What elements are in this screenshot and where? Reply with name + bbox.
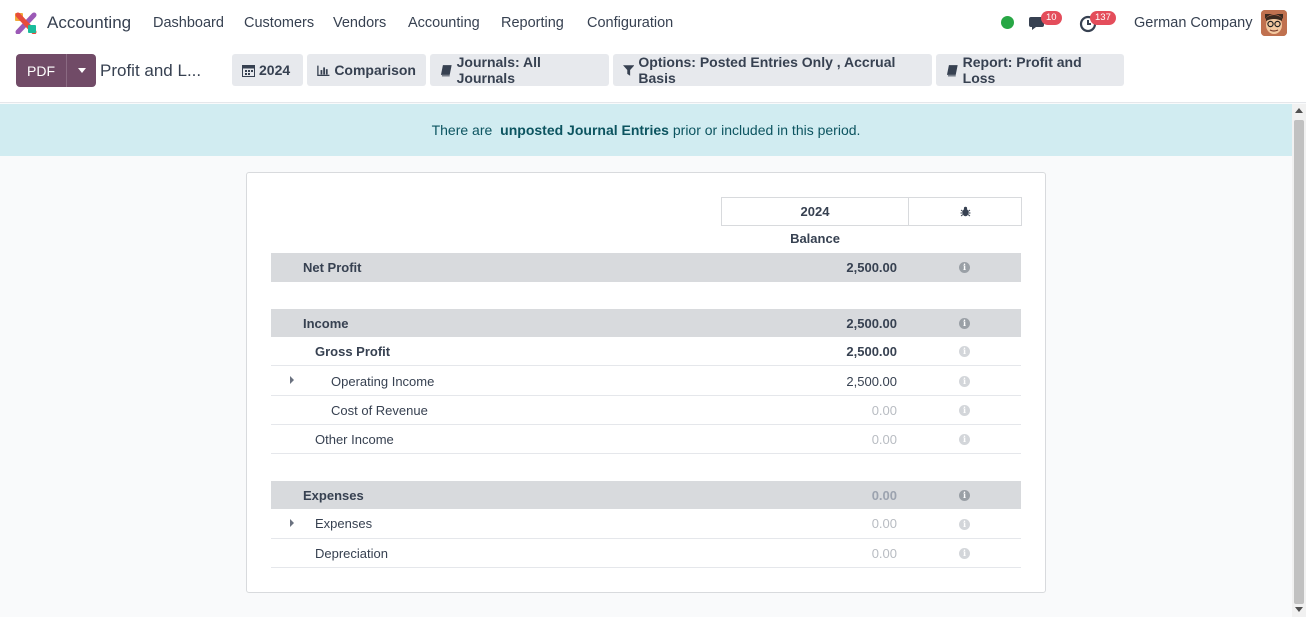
row-label: Cost of Revenue bbox=[331, 403, 428, 418]
info-icon[interactable]: i bbox=[959, 519, 970, 530]
row-label: Other Income bbox=[315, 432, 394, 447]
info-icon[interactable]: i bbox=[959, 434, 970, 445]
period-filter-button[interactable]: 2024 bbox=[232, 54, 303, 86]
row-label: Expenses bbox=[315, 516, 373, 531]
options-filter-label: Options: Posted Entries Only , Accrual B… bbox=[638, 54, 896, 86]
row-label: Operating Income bbox=[331, 374, 435, 389]
report-row-expenses-section[interactable]: Expenses 0.00 i bbox=[271, 481, 1021, 509]
report-row-other-income[interactable]: Other Income 0.00 i bbox=[271, 425, 1021, 454]
top-navbar: Accounting Dashboard Customers Vendors A… bbox=[0, 0, 1306, 46]
report-row-income[interactable]: Income 2,500.00 i bbox=[271, 309, 1021, 337]
journals-filter-label: Journals: All Journals bbox=[456, 54, 541, 86]
row-amount: 0.00 bbox=[871, 432, 897, 447]
debug-column-header[interactable] bbox=[908, 197, 1022, 226]
control-panel: PDF Profit and L... 2024 Comparison Jour… bbox=[0, 46, 1306, 103]
app-name[interactable]: Accounting bbox=[47, 13, 131, 33]
alert-text-after: prior or included in this period. bbox=[668, 122, 861, 138]
row-label: Net Profit bbox=[303, 260, 362, 275]
scroll-down-arrow-icon[interactable] bbox=[1295, 607, 1303, 612]
report-variant-button[interactable]: Report: Profit and Loss bbox=[936, 54, 1124, 86]
bug-icon bbox=[960, 206, 970, 217]
breadcrumb-report-title: Profit and L... bbox=[100, 61, 202, 80]
menu-dashboard[interactable]: Dashboard bbox=[153, 15, 224, 31]
row-label: Depreciation bbox=[315, 546, 388, 561]
filter-icon bbox=[623, 64, 635, 76]
calendar-icon bbox=[242, 64, 255, 77]
row-amount: 2,500.00 bbox=[846, 260, 897, 275]
unposted-entries-link[interactable]: unposted Journal Entries bbox=[500, 122, 669, 138]
period-filter-label: 2024 bbox=[259, 62, 291, 78]
alert-text-before: There are bbox=[431, 122, 497, 138]
report-row-net-profit[interactable]: Net Profit 2,500.00 i bbox=[271, 253, 1021, 282]
column-header-year: 2024 bbox=[721, 197, 909, 226]
report-row-gross-profit[interactable]: Gross Profit 2,500.00 i bbox=[271, 337, 1021, 366]
bar-chart-icon bbox=[317, 65, 330, 76]
expand-caret-icon[interactable] bbox=[290, 519, 294, 527]
menu-reporting[interactable]: Reporting bbox=[501, 15, 564, 31]
accounting-app-icon[interactable] bbox=[14, 12, 38, 34]
info-icon[interactable]: i bbox=[959, 405, 970, 416]
balance-column-label: Balance bbox=[790, 231, 840, 246]
avatar-face-icon bbox=[1261, 10, 1287, 36]
row-amount: 0.00 bbox=[871, 516, 897, 531]
scrollbar-thumb[interactable] bbox=[1294, 120, 1304, 604]
report-row-operating-income[interactable]: Operating Income 2,500.00 i bbox=[271, 366, 1021, 396]
info-icon[interactable]: i bbox=[959, 490, 970, 501]
row-amount: 2,500.00 bbox=[846, 316, 897, 331]
row-amount: 2,500.00 bbox=[846, 344, 897, 359]
row-amount: 0.00 bbox=[871, 546, 897, 561]
report-row-depreciation[interactable]: Depreciation 0.00 i bbox=[271, 539, 1021, 568]
report-variant-label: Report: Profit and Loss bbox=[962, 54, 1082, 86]
export-dropdown-toggle[interactable] bbox=[66, 54, 96, 87]
report-row-expenses[interactable]: Expenses 0.00 i bbox=[271, 509, 1021, 539]
row-label: Income bbox=[303, 316, 349, 331]
info-icon[interactable]: i bbox=[959, 262, 970, 273]
menu-configuration[interactable]: Configuration bbox=[587, 15, 673, 31]
user-avatar[interactable] bbox=[1261, 10, 1287, 36]
info-icon[interactable]: i bbox=[959, 376, 970, 387]
unposted-entries-alert: There are unposted Journal Entries prior… bbox=[0, 104, 1292, 156]
row-label: Expenses bbox=[303, 488, 364, 503]
menu-customers[interactable]: Customers bbox=[244, 15, 314, 31]
comparison-filter-label: Comparison bbox=[334, 62, 416, 78]
caret-down-icon bbox=[77, 68, 86, 73]
book-icon bbox=[946, 64, 958, 76]
menu-vendors[interactable]: Vendors bbox=[333, 15, 386, 31]
messages-badge: 10 bbox=[1041, 11, 1062, 25]
scroll-up-arrow-icon[interactable] bbox=[1295, 108, 1303, 113]
options-filter-button[interactable]: Options: Posted Entries Only , Accrual B… bbox=[613, 54, 932, 86]
pdf-button[interactable]: PDF bbox=[16, 54, 66, 87]
report-row-cost-of-revenue[interactable]: Cost of Revenue 0.00 i bbox=[271, 396, 1021, 425]
menu-accounting[interactable]: Accounting bbox=[408, 15, 480, 31]
activities-badge: 137 bbox=[1090, 11, 1116, 25]
company-switcher[interactable]: German Company bbox=[1134, 15, 1252, 31]
row-amount: 0.00 bbox=[871, 488, 897, 503]
row-amount: 0.00 bbox=[871, 403, 897, 418]
row-amount: 2,500.00 bbox=[846, 374, 897, 389]
info-icon[interactable]: i bbox=[959, 548, 970, 559]
online-status-icon bbox=[1001, 16, 1014, 29]
info-icon[interactable]: i bbox=[959, 318, 970, 329]
row-label: Gross Profit bbox=[315, 344, 391, 359]
report-card: 2024 Balance Net Profit 2,500.00 i Incom… bbox=[246, 172, 1046, 593]
comparison-filter-button[interactable]: Comparison bbox=[307, 54, 426, 86]
page-scrollbar[interactable] bbox=[1292, 104, 1306, 617]
book-icon bbox=[440, 64, 452, 76]
journals-filter-button[interactable]: Journals: All Journals bbox=[430, 54, 609, 86]
expand-caret-icon[interactable] bbox=[290, 376, 294, 384]
info-icon[interactable]: i bbox=[959, 346, 970, 357]
